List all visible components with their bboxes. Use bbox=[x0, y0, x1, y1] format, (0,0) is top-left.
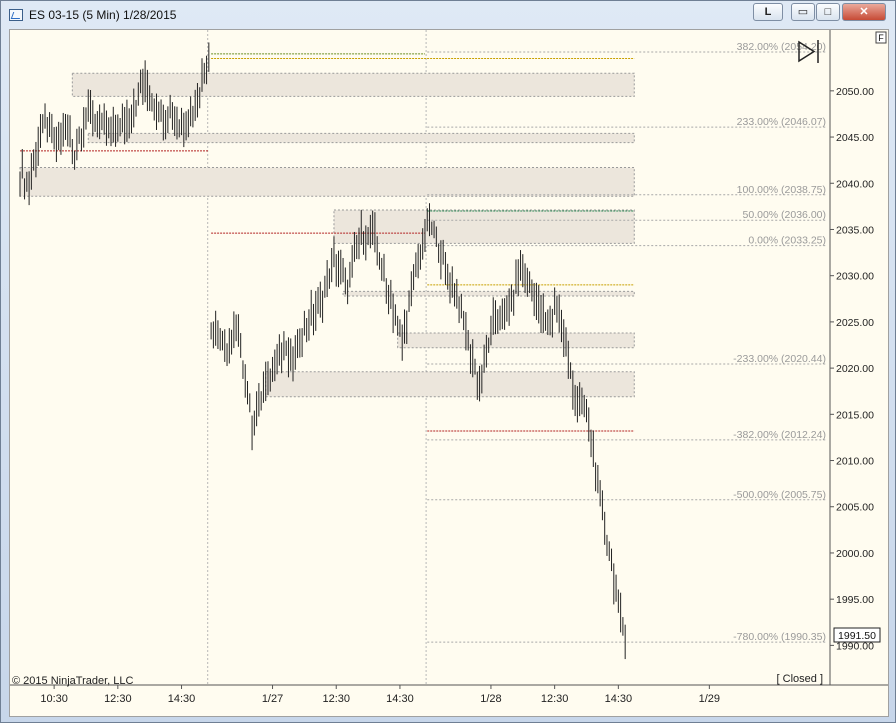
fib-label-7: 233.00% (2046.07) bbox=[737, 116, 826, 128]
zone-rect-3 bbox=[333, 209, 635, 244]
y-tick-label-8: 2030.00 bbox=[836, 271, 874, 283]
status-text: [ Closed ] bbox=[777, 673, 823, 685]
fib-label-6: 100.00% (2038.75) bbox=[737, 184, 826, 196]
f-label: F bbox=[878, 33, 884, 43]
zone-rect-1 bbox=[87, 132, 635, 144]
close-button[interactable]: ✕ bbox=[842, 3, 886, 21]
y-tick-label-2: 2000.00 bbox=[836, 548, 874, 560]
last-price-label: 1991.50 bbox=[838, 630, 876, 642]
zone-rect-6 bbox=[265, 371, 635, 398]
y-tick-label-12: 2050.00 bbox=[836, 86, 874, 98]
y-tick-label-9: 2035.00 bbox=[836, 224, 874, 236]
y-tick-label-6: 2020.00 bbox=[836, 363, 874, 375]
x-tick-label-4: 12:30 bbox=[322, 693, 350, 705]
x-tick-label-8: 14:30 bbox=[605, 693, 633, 705]
price-chart[interactable]: -780.00% (1990.35) -500.00% (2005.75) -382… bbox=[10, 30, 888, 716]
fib-label-2: -382.00% (2012.24) bbox=[733, 429, 826, 441]
y-tick-label-1: 1995.00 bbox=[836, 594, 874, 606]
copyright-text: © 2015 NinjaTrader, LLC bbox=[12, 675, 133, 687]
y-tick-label-10: 2040.00 bbox=[836, 178, 874, 190]
x-tick-label-7: 12:30 bbox=[541, 693, 569, 705]
fib-label-4: 0.00% (2033.25) bbox=[748, 235, 826, 247]
chart-app-icon bbox=[9, 9, 23, 21]
fib-label-5: 50.00% (2036.00) bbox=[743, 209, 826, 221]
link-button[interactable]: L bbox=[753, 3, 783, 21]
zone-rect-0 bbox=[71, 72, 635, 97]
minimize-button[interactable]: ▭ bbox=[791, 3, 815, 21]
fib-label-3: -233.00% (2020.44) bbox=[733, 353, 826, 365]
x-tick-label-3: 1/27 bbox=[262, 693, 283, 705]
y-tick-label-3: 2005.00 bbox=[836, 502, 874, 514]
y-tick-label-5: 2015.00 bbox=[836, 409, 874, 421]
maximize-button[interactable]: □ bbox=[816, 3, 840, 21]
x-tick-label-5: 14:30 bbox=[386, 693, 414, 705]
x-tick-label-2: 14:30 bbox=[168, 693, 196, 705]
chart-area[interactable]: -780.00% (1990.35) -500.00% (2005.75) -382… bbox=[9, 29, 889, 717]
x-tick-label-1: 12:30 bbox=[104, 693, 132, 705]
y-tick-label-4: 2010.00 bbox=[836, 456, 874, 468]
title-bar[interactable]: ES 03-15 (5 Min) 1/28/2015 L ▭ □ ✕ bbox=[1, 1, 895, 29]
chart-window: ES 03-15 (5 Min) 1/28/2015 L ▭ □ ✕ -780.… bbox=[0, 0, 896, 723]
y-tick-label-11: 2045.00 bbox=[836, 132, 874, 144]
x-tick-label-6: 1/28 bbox=[480, 693, 501, 705]
window-title: ES 03-15 (5 Min) 1/28/2015 bbox=[29, 8, 177, 22]
fib-label-1: -500.00% (2005.75) bbox=[733, 489, 826, 501]
fib-label-0: -780.00% (1990.35) bbox=[733, 631, 826, 643]
x-tick-label-9: 1/29 bbox=[699, 693, 720, 705]
y-tick-label-7: 2025.00 bbox=[836, 317, 874, 329]
zone-rect-5 bbox=[397, 332, 635, 349]
zone-rect-2 bbox=[19, 167, 635, 197]
x-tick-label-0: 10:30 bbox=[40, 693, 68, 705]
